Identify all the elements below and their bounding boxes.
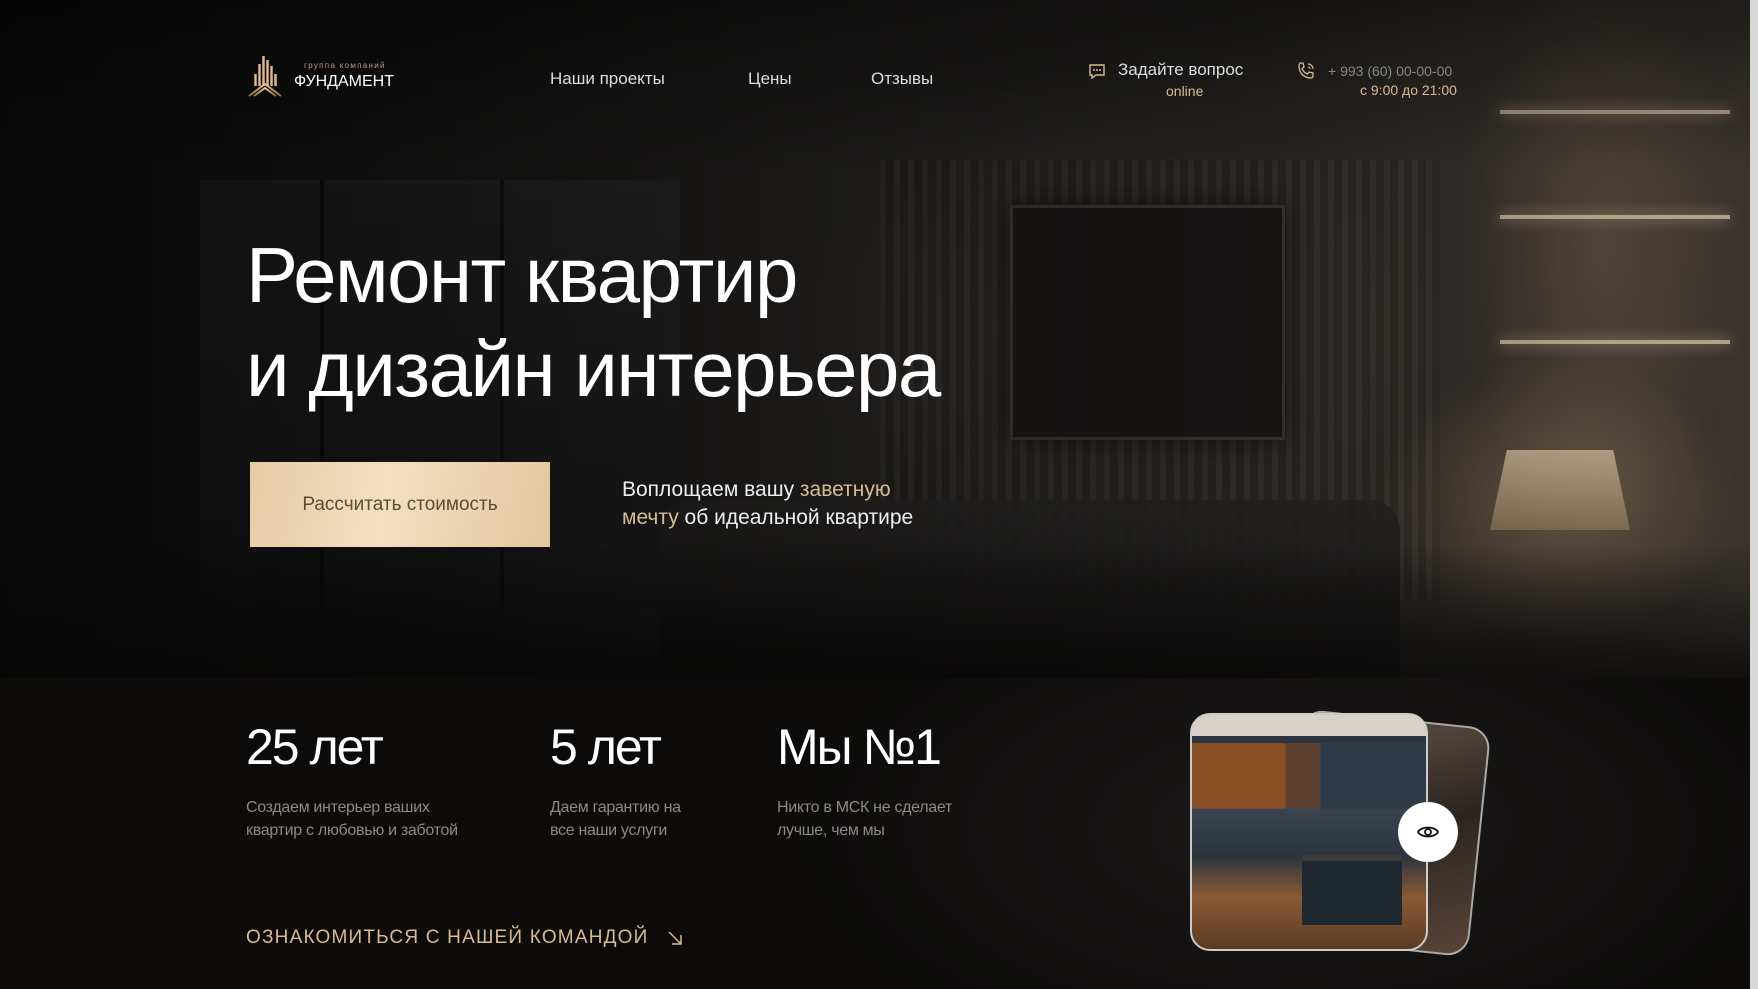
stat-desc-line: все наши услуги bbox=[550, 822, 668, 839]
stat-item: 25 лет Создаем интерьер ваших квартир с л… bbox=[246, 718, 458, 842]
tagline-text: Воплощаем вашу bbox=[622, 478, 800, 501]
team-link[interactable]: ОЗНАКОМИТЬСЯ С НАШЕЙ КОМАНДОЙ bbox=[246, 927, 683, 949]
eye-icon bbox=[1417, 826, 1439, 838]
phone-icon bbox=[1298, 62, 1314, 79]
view-gallery-button[interactable] bbox=[1398, 802, 1458, 862]
hero-tagline: Воплощаем вашу заветную мечту об идеально… bbox=[622, 476, 913, 532]
tagline-text: об идеальной квартире bbox=[678, 506, 914, 529]
tagline-highlight: заветную bbox=[799, 478, 891, 501]
stat-desc-line: Создаем интерьер ваших bbox=[246, 799, 430, 816]
stat-value: 5 лет bbox=[550, 719, 662, 775]
nav-reviews[interactable]: Отзывы bbox=[871, 69, 933, 89]
stat-desc: Никто в МСК не сделает лучше, чем мы bbox=[777, 796, 952, 842]
kitchen-island bbox=[1302, 855, 1402, 925]
calculate-cost-button[interactable]: Рассчитать стоимость bbox=[250, 462, 550, 547]
logo-name: ФУНДАМЕНТ bbox=[294, 73, 394, 90]
building-logo-icon bbox=[248, 56, 282, 97]
hero-title-line1: Ремонт квартир bbox=[246, 231, 798, 319]
stat-item: 5 лет Даем гарантию на все наши услуги bbox=[550, 718, 681, 842]
arrow-down-right-icon bbox=[668, 931, 682, 945]
phone-number[interactable]: + 993 (60) 00-00-00 bbox=[1328, 63, 1452, 79]
stat-item: Мы №1 Никто в МСК не сделает лучше, чем м… bbox=[777, 718, 952, 842]
stat-desc-line: квартир с любовью и заботой bbox=[246, 822, 458, 839]
ask-online: online bbox=[1166, 83, 1204, 99]
tagline-highlight: мечту bbox=[622, 506, 679, 529]
chat-icon bbox=[1089, 64, 1105, 80]
stat-desc-line: лучше, чем мы bbox=[777, 822, 885, 839]
stat-desc-line: Даем гарантию на bbox=[550, 799, 681, 816]
nav-prices[interactable]: Цены bbox=[748, 69, 792, 89]
kitchen-project-image[interactable] bbox=[1190, 713, 1428, 951]
stat-desc-line: Никто в МСК не сделает bbox=[777, 799, 952, 816]
stat-desc: Создаем интерьер ваших квартир с любовью … bbox=[246, 796, 458, 842]
stat-value: Мы №1 bbox=[777, 719, 942, 775]
logo[interactable]: группа компаний ФУНДАМЕНТ bbox=[248, 54, 394, 98]
stat-desc: Даем гарантию на все наши услуги bbox=[550, 796, 681, 842]
scrollbar[interactable] bbox=[1750, 0, 1758, 989]
logo-subtitle: группа компаний bbox=[304, 61, 386, 70]
hero-title-line2: и дизайн интерьера bbox=[246, 325, 941, 413]
ask-label: Задайте вопрос bbox=[1118, 60, 1244, 79]
team-link-label: ОЗНАКОМИТЬСЯ С НАШЕЙ КОМАНДОЙ bbox=[246, 927, 649, 948]
stat-value: 25 лет bbox=[246, 719, 384, 775]
work-hours: с 9:00 до 21:00 bbox=[1360, 82, 1457, 98]
nav-projects[interactable]: Наши проекты bbox=[550, 69, 665, 89]
hero-title: Ремонт квартир и дизайн интерьера bbox=[246, 228, 941, 416]
